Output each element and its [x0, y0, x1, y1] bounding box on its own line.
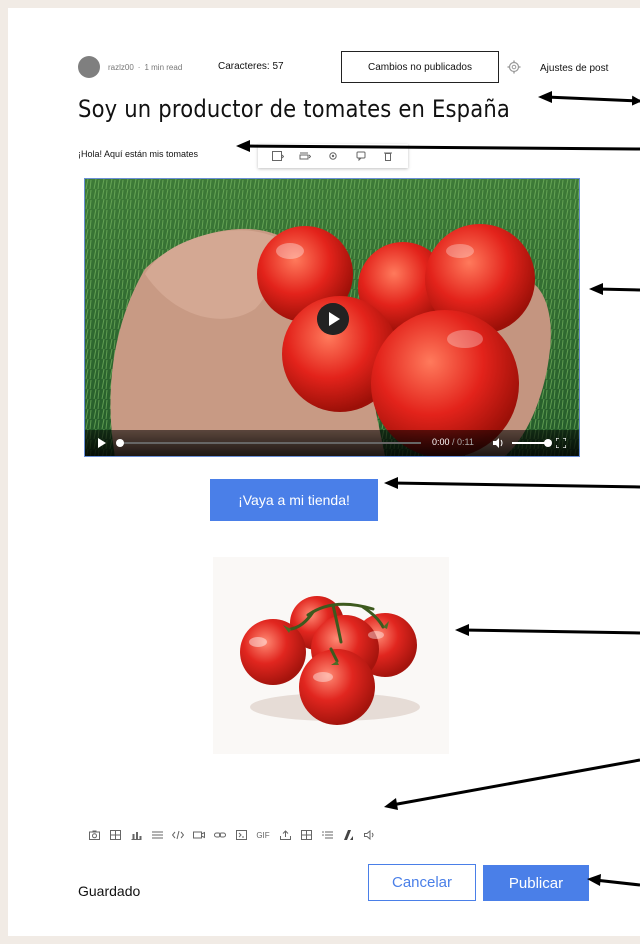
- audio-icon[interactable]: [363, 829, 375, 841]
- video-controls: 0:00 / 0:11: [85, 430, 579, 456]
- gallery-icon[interactable]: [109, 829, 121, 841]
- gif-icon[interactable]: GIF: [256, 829, 270, 841]
- cancel-button-label: Cancelar: [391, 874, 453, 891]
- shop-button[interactable]: ¡Vaya a mi tienda!: [210, 479, 378, 521]
- author-meta: razlz00 · 1 min read: [78, 56, 182, 78]
- post-title[interactable]: Soy un productor de tomates en España: [78, 95, 510, 123]
- format-icon[interactable]: [342, 829, 354, 841]
- camera-icon[interactable]: [88, 829, 100, 841]
- settings-icon[interactable]: [326, 150, 340, 162]
- time-display: 0:00 / 0:11: [432, 437, 474, 447]
- divider-icon[interactable]: [151, 829, 163, 841]
- duration: / 0:11: [452, 437, 474, 447]
- publish-button[interactable]: Publicar: [483, 865, 589, 901]
- play-overlay-icon[interactable]: [317, 303, 349, 335]
- block-toolbar: [258, 144, 408, 168]
- post-settings-link[interactable]: Ajustes de post: [540, 63, 608, 74]
- gif-label: GIF: [256, 830, 270, 840]
- play-icon[interactable]: [97, 438, 107, 448]
- insert-toolbar: GIF: [88, 826, 375, 844]
- read-time: 1 min read: [144, 62, 183, 72]
- align-icon[interactable]: [271, 150, 285, 162]
- upload-icon[interactable]: [279, 829, 291, 841]
- char-count: Caracteres: 57: [218, 61, 284, 72]
- video-icon[interactable]: [193, 829, 205, 841]
- meta-separator: ·: [137, 62, 141, 72]
- editor-page: razlz00 · 1 min read Caracteres: 57 Camb…: [8, 8, 640, 936]
- chart-icon[interactable]: [130, 829, 142, 841]
- volume-icon[interactable]: [492, 437, 504, 449]
- save-status: Guardado: [78, 883, 141, 899]
- publish-button-label: Publicar: [508, 874, 564, 892]
- fullscreen-icon[interactable]: [556, 438, 566, 448]
- seek-bar[interactable]: [115, 438, 425, 448]
- video-player[interactable]: 0:00 / 0:11: [84, 178, 580, 457]
- tomato-image[interactable]: [213, 557, 449, 754]
- volume-slider[interactable]: [510, 438, 554, 448]
- layout-icon[interactable]: [298, 150, 312, 162]
- unpublished-label: Cambios no publicados: [368, 61, 472, 73]
- gear-icon[interactable]: [507, 60, 521, 74]
- list-icon[interactable]: [321, 829, 333, 841]
- post-intro-text[interactable]: ¡Hola! Aquí están mis tomates: [78, 149, 198, 159]
- cancel-button[interactable]: Cancelar: [368, 864, 476, 901]
- unpublished-changes-button[interactable]: Cambios no publicados: [341, 51, 499, 83]
- avatar[interactable]: [78, 56, 100, 78]
- author-name[interactable]: razlz00: [108, 63, 134, 72]
- shop-button-label: ¡Vaya a mi tienda!: [238, 492, 350, 508]
- trash-icon[interactable]: [381, 150, 395, 162]
- comment-icon[interactable]: [354, 150, 368, 162]
- embed-icon[interactable]: [235, 829, 247, 841]
- code-icon[interactable]: [172, 829, 184, 841]
- link-icon[interactable]: [214, 829, 226, 841]
- current-time: 0:00: [432, 437, 450, 447]
- table-icon[interactable]: [300, 829, 312, 841]
